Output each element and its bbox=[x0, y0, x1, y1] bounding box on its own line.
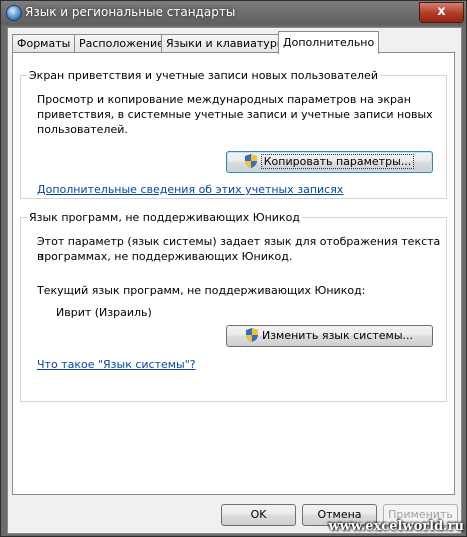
copy-settings-label: Копировать параметры... bbox=[260, 154, 415, 169]
tab-languages-keyboards[interactable]: Языки и клавиатуры bbox=[161, 34, 291, 53]
watermark: www.excelworld.ru bbox=[328, 519, 464, 534]
dialog-client: Форматы Расположение Языки и клавиатуры … bbox=[7, 27, 462, 534]
dialog-window: Язык и региональные стандарты x Форматы … bbox=[0, 0, 467, 537]
what-is-system-locale-link[interactable]: Что такое "Язык системы"? bbox=[37, 357, 196, 372]
more-info-accounts-link[interactable]: Дополнительные сведения об этих учетных … bbox=[37, 182, 343, 197]
globe-icon bbox=[6, 5, 22, 21]
close-button[interactable]: x bbox=[419, 2, 464, 23]
welcome-group-title: Экран приветствия и учетные записи новых… bbox=[27, 69, 380, 82]
tab-location[interactable]: Расположение bbox=[74, 34, 169, 53]
welcome-description-line3: пользователей. bbox=[37, 123, 128, 136]
welcome-description-line1: Просмотр и копирование международных пар… bbox=[37, 93, 411, 106]
uac-shield-icon bbox=[245, 328, 258, 342]
non-unicode-description-line2: программах, не поддерживающих Юникод. bbox=[37, 250, 293, 263]
current-language-value: Иврит (Израиль) bbox=[56, 306, 152, 319]
ok-button[interactable]: OK bbox=[221, 504, 296, 526]
non-unicode-group-title: Язык программ, не поддерживающих Юникод bbox=[27, 211, 302, 224]
change-system-locale-button[interactable]: Изменить язык системы... bbox=[226, 325, 433, 347]
tab-advanced[interactable]: Дополнительно bbox=[278, 31, 380, 54]
copy-settings-button[interactable]: Копировать параметры... bbox=[226, 151, 433, 173]
tab-panel-advanced: Экран приветствия и учетные записи новых… bbox=[12, 52, 455, 495]
uac-shield-icon bbox=[244, 154, 257, 168]
welcome-screen-group: Экран приветствия и учетные записи новых… bbox=[20, 69, 447, 199]
tab-formats[interactable]: Форматы bbox=[12, 34, 76, 53]
current-language-label: Текущий язык программ, не поддерживающих… bbox=[37, 284, 366, 297]
window-title: Язык и региональные стандарты bbox=[25, 5, 236, 19]
change-system-locale-label: Изменить язык системы... bbox=[261, 329, 414, 342]
title-bar[interactable]: Язык и региональные стандарты x bbox=[1, 1, 466, 25]
welcome-description-line2: приветствия, в системные учетные записи … bbox=[37, 108, 433, 121]
non-unicode-group: Язык программ, не поддерживающих Юникод … bbox=[20, 211, 447, 402]
